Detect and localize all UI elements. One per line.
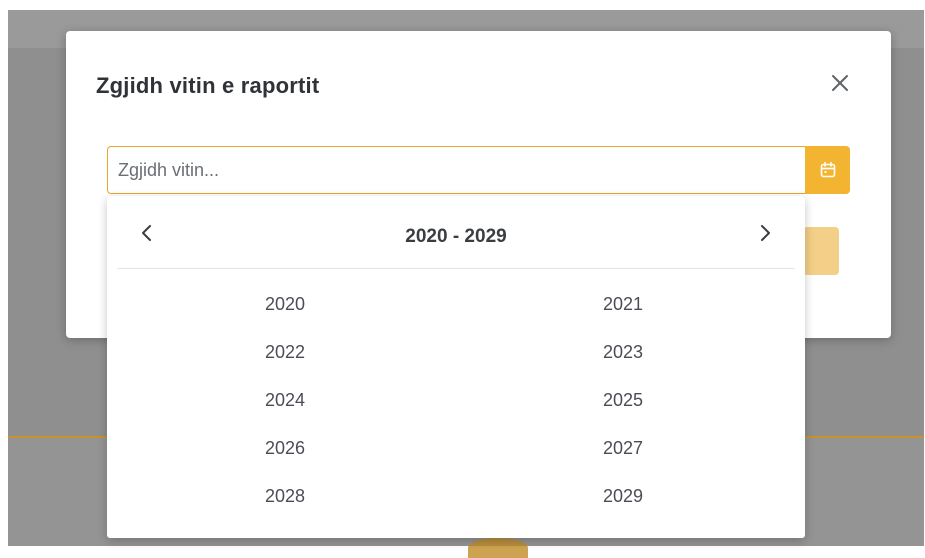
years-grid: 2020 2021 2022 2023 2024 2025 2026 2027 … bbox=[117, 280, 795, 520]
year-option[interactable]: 2025 bbox=[456, 376, 795, 424]
year-option[interactable]: 2022 bbox=[117, 328, 456, 376]
close-icon bbox=[832, 75, 848, 91]
year-input-group bbox=[107, 146, 850, 194]
year-option[interactable]: 2023 bbox=[456, 328, 795, 376]
year-option[interactable]: 2028 bbox=[117, 472, 456, 520]
year-option[interactable]: 2024 bbox=[117, 376, 456, 424]
year-option[interactable]: 2021 bbox=[456, 280, 795, 328]
background-logo-fragment bbox=[468, 538, 528, 558]
submit-button[interactable] bbox=[803, 227, 839, 275]
year-input[interactable] bbox=[107, 146, 805, 194]
calendar-button[interactable] bbox=[805, 146, 850, 194]
chevron-right-icon bbox=[761, 225, 770, 241]
year-option[interactable]: 2029 bbox=[456, 472, 795, 520]
year-option[interactable]: 2026 bbox=[117, 424, 456, 472]
close-button[interactable] bbox=[826, 69, 854, 97]
year-option[interactable]: 2020 bbox=[117, 280, 456, 328]
calendar-icon bbox=[820, 161, 835, 178]
dialog-title: Zgjidh vitin e raportit bbox=[96, 73, 320, 98]
next-decade-button[interactable] bbox=[753, 221, 777, 245]
year-picker-header: 2020 - 2029 bbox=[117, 196, 795, 269]
decade-label[interactable]: 2020 - 2029 bbox=[117, 226, 795, 248]
year-picker-dropdown: 2020 - 2029 2020 2021 2022 2023 2024 202… bbox=[107, 196, 805, 538]
year-option[interactable]: 2027 bbox=[456, 424, 795, 472]
